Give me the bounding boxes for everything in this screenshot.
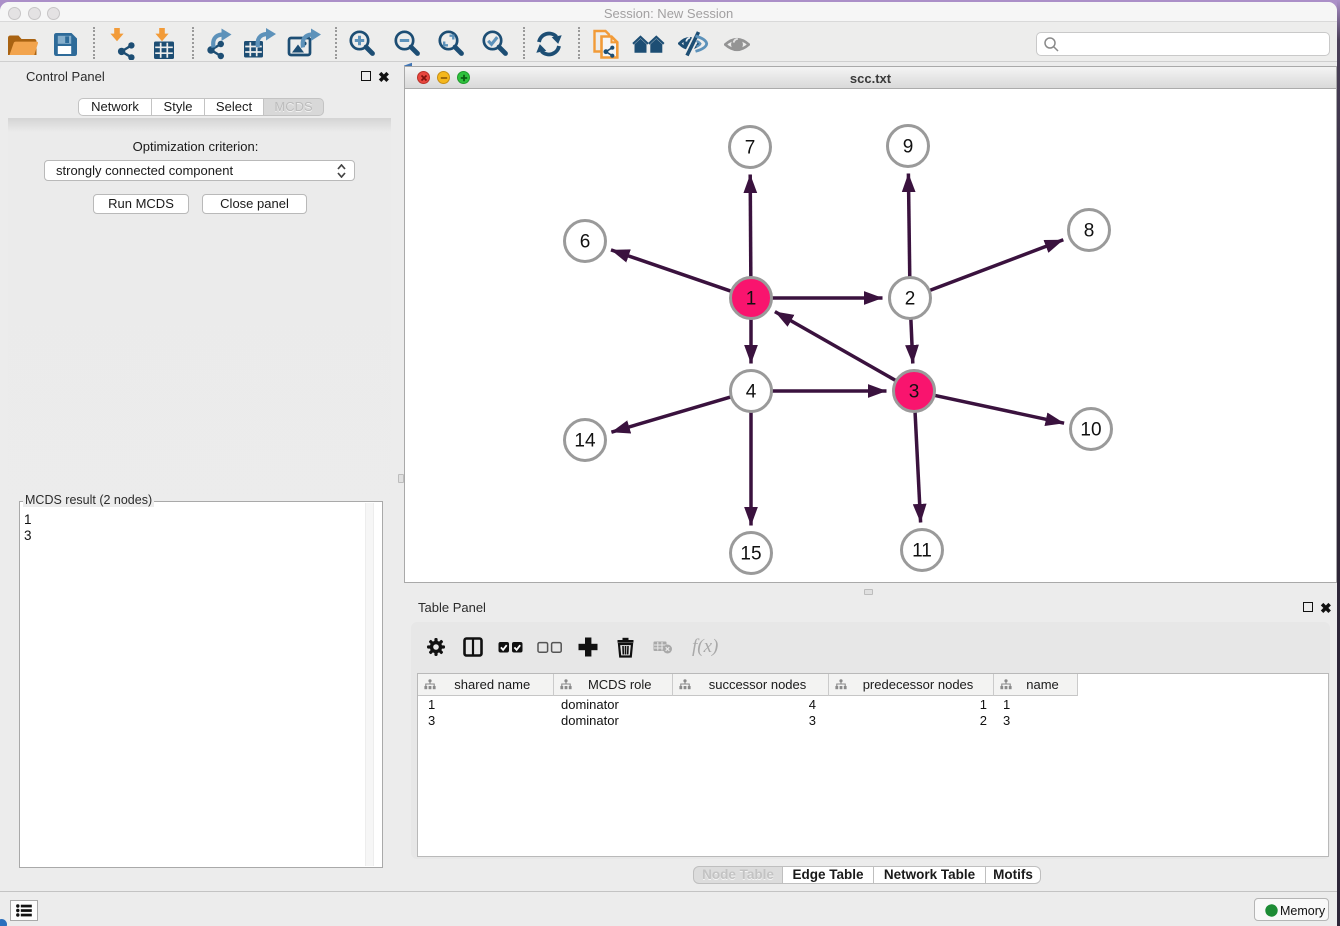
svg-text:14: 14 [574, 431, 596, 452]
svg-text:4: 4 [746, 382, 757, 403]
svg-text:6: 6 [580, 232, 591, 253]
svg-text:15: 15 [740, 544, 761, 565]
svg-text:11: 11 [912, 541, 932, 562]
svg-text:3: 3 [909, 382, 920, 403]
svg-text:2: 2 [905, 289, 916, 310]
svg-text:9: 9 [903, 137, 914, 158]
svg-text:7: 7 [745, 138, 756, 159]
svg-text:10: 10 [1080, 420, 1101, 441]
svg-text:8: 8 [1084, 221, 1095, 242]
svg-text:1: 1 [746, 289, 757, 310]
